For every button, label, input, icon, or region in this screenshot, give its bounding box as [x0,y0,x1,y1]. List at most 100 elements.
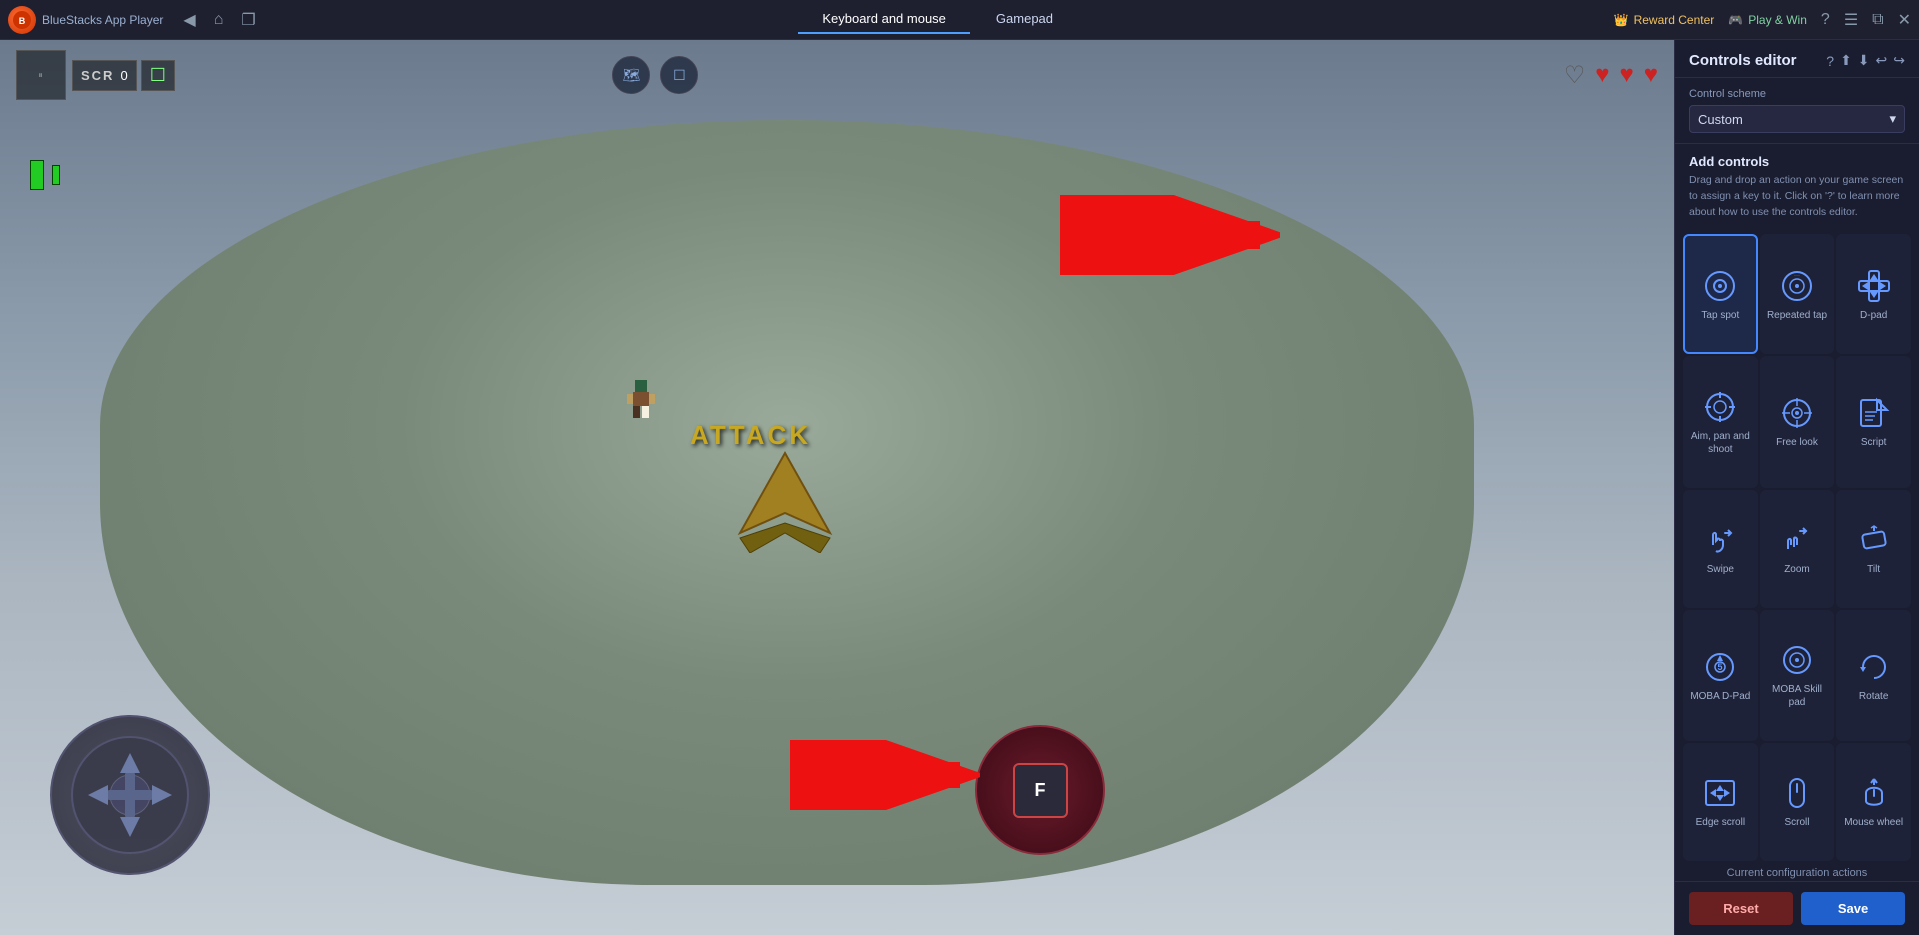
hud-top: ⏸ SCR 0 ☐ 🗺 ☐ [0,40,1674,110]
control-moba-dpad[interactable]: 5 MOBA D-Pad [1683,610,1758,741]
aim-pan-shoot-label: Aim, pan and shoot [1688,430,1753,456]
pause-icon: ⏸ [38,70,44,81]
reward-icon: 👑 [1614,13,1629,27]
attack-area: ATTACK [690,420,840,558]
score-area: ⏸ SCR 0 ☐ [16,50,175,100]
swipe-icon [1703,523,1737,557]
tab-gamepad[interactable]: Gamepad [972,5,1077,34]
scheme-dropdown[interactable]: Custom ▾ [1689,105,1905,133]
windows-button[interactable]: ❐ [235,8,261,32]
heart-2: ♥ [1595,61,1609,90]
top-bar: B BlueStacks App Player ◀ ⌂ ❐ Keyboard a… [0,0,1919,40]
reward-center[interactable]: 👑 Reward Center [1614,13,1715,27]
free-look-icon [1780,396,1814,430]
heart-1: ♡ [1564,61,1586,90]
game-hud: ⏸ SCR 0 ☐ 🗺 ☐ [0,40,1674,935]
add-controls-section: Add controls Drag and drop an action on … [1675,144,1919,234]
control-moba-skill[interactable]: MOBA Skill pad [1760,610,1835,741]
sidebar-undo-button[interactable]: ↩ [1876,52,1888,69]
control-aim-pan-shoot[interactable]: Aim, pan and shoot [1683,356,1758,487]
mana-bar [52,165,60,185]
mouse-wheel-label: Mouse wheel [1844,816,1903,829]
arrow-to-tap-spot [1060,195,1280,280]
control-mouse-wheel[interactable]: Mouse wheel [1836,743,1911,861]
free-look-label: Free look [1776,436,1818,449]
sidebar-import-button[interactable]: ⬆ [1840,52,1852,69]
script-icon [1857,396,1891,430]
dpad-control[interactable] [50,715,210,875]
heart-4: ♥ [1644,61,1658,90]
rotate-label: Rotate [1859,690,1888,703]
sidebar-export-button[interactable]: ⬇ [1858,52,1870,69]
control-tilt[interactable]: Tilt [1836,490,1911,608]
control-scheme-section: Control scheme Custom ▾ [1675,78,1919,144]
home-button[interactable]: ⌂ [208,9,230,31]
arrow-to-shoot [790,740,980,815]
sidebar-title: Controls editor [1689,52,1797,69]
tab-keyboard-mouse[interactable]: Keyboard and mouse [798,5,970,34]
tap-spot-icon [1703,269,1737,303]
play-win[interactable]: 🎮 Play & Win [1728,13,1807,27]
shoot-button[interactable]: F [975,725,1105,855]
sidebar-redo-button[interactable]: ↪ [1893,52,1905,69]
moba-skill-icon [1780,643,1814,677]
add-controls-desc: Drag and drop an action on your game scr… [1689,173,1905,220]
control-tap-spot[interactable]: Tap spot [1683,234,1758,354]
hud-score-boxes: SCR 0 ☐ [72,60,175,91]
actions-label: Current configuration actions [1675,861,1919,881]
back-button[interactable]: ◀ [177,8,201,32]
control-dpad[interactable]: D-pad [1836,234,1911,354]
moba-dpad-icon: 5 [1703,650,1737,684]
menu-button[interactable]: ☰ [1844,10,1858,30]
tap-spot-label: Tap spot [1701,309,1739,322]
play-icon: 🎮 [1728,13,1743,27]
add-controls-title: Add controls [1689,154,1905,169]
scroll-label: Scroll [1784,816,1809,829]
control-repeated-tap[interactable]: ··· Repeated tap [1760,234,1835,354]
tilt-label: Tilt [1867,563,1880,576]
control-edge-scroll[interactable]: Edge scroll [1683,743,1758,861]
svg-text:···: ··· [1794,273,1800,279]
save-button[interactable]: Save [1801,892,1905,925]
moba-dpad-label: MOBA D-Pad [1690,690,1750,703]
stat-bars [30,160,60,190]
inventory-icon: ☐ [660,56,698,94]
sidebar-header: Controls editor ? ⬆ ⬇ ↩ ↪ [1675,40,1919,78]
map-icon: 🗺 [612,56,650,94]
health-bar [30,160,44,190]
control-scroll[interactable]: Scroll [1760,743,1835,861]
dpad-icon [1857,269,1891,303]
aim-pan-shoot-icon [1703,390,1737,424]
controls-sidebar: Controls editor ? ⬆ ⬇ ↩ ↪ Control scheme… [1674,40,1919,935]
reset-button[interactable]: Reset [1689,892,1793,925]
controls-grid: Tap spot ··· Repeated tap [1675,234,1919,861]
edge-scroll-label: Edge scroll [1696,816,1745,829]
rotate-icon [1857,650,1891,684]
hearts-area: ♡ ♥ ♥ ♥ [1564,61,1658,90]
repeated-tap-icon: ··· [1780,269,1814,303]
tilt-icon [1857,523,1891,557]
heart-3: ♥ [1619,61,1633,90]
dpad-label: D-pad [1860,309,1887,322]
control-script[interactable]: Script [1836,356,1911,487]
score-label: SCR [81,68,114,83]
control-rotate[interactable]: Rotate [1836,610,1911,741]
close-button[interactable]: ✕ [1898,10,1911,30]
help-button[interactable]: ? [1821,11,1830,29]
mouse-wheel-icon [1857,776,1891,810]
svg-text:B: B [19,16,26,26]
game-viewport: ⏸ SCR 0 ☐ 🗺 ☐ [0,40,1674,935]
sidebar-bottom: Current configuration actions Reset Save [1675,861,1919,935]
script-label: Script [1861,436,1887,449]
sidebar-help-button[interactable]: ? [1826,52,1834,69]
sidebar-header-icons: ? ⬆ ⬇ ↩ ↪ [1826,52,1905,69]
control-free-look[interactable]: Free look [1760,356,1835,487]
sidebar-actions: Reset Save [1675,881,1919,935]
control-swipe[interactable]: Swipe [1683,490,1758,608]
control-zoom[interactable]: Zoom [1760,490,1835,608]
edge-scroll-icon [1703,776,1737,810]
restore-button[interactable]: ⧉ [1872,11,1883,29]
scheme-label: Control scheme [1689,88,1905,100]
level-value: ☐ [150,65,166,86]
tab-bar: Keyboard and mouse Gamepad [268,5,1608,34]
